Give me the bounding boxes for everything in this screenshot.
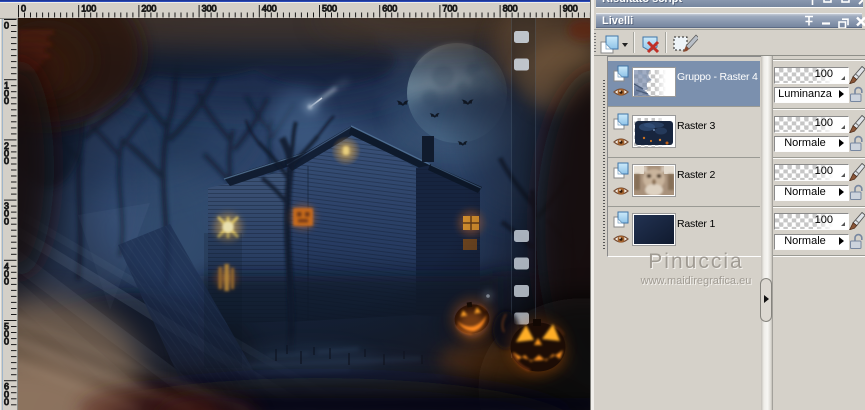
svg-text:0: 0: [21, 4, 26, 14]
svg-text:0: 0: [4, 96, 9, 106]
svg-text:900: 900: [563, 4, 578, 14]
svg-text:0: 0: [4, 156, 9, 166]
svg-text:400: 400: [262, 4, 277, 14]
svg-text:0: 0: [4, 277, 9, 287]
svg-text:800: 800: [503, 4, 518, 14]
svg-text:200: 200: [141, 4, 156, 14]
svg-text:500: 500: [322, 4, 337, 14]
svg-text:100: 100: [81, 4, 96, 14]
svg-text:600: 600: [382, 4, 397, 14]
svg-text:0: 0: [4, 337, 9, 347]
svg-text:0: 0: [4, 21, 9, 31]
svg-text:0: 0: [4, 216, 9, 226]
svg-text:300: 300: [202, 4, 217, 14]
svg-text:700: 700: [442, 4, 457, 14]
svg-text:0: 0: [4, 397, 9, 407]
